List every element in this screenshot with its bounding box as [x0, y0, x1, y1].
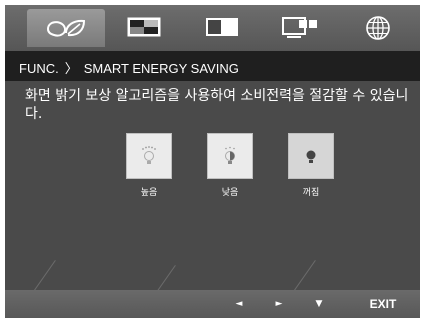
menu-header: FUNC. 〉 SMART ENERGY SAVING	[5, 51, 420, 81]
breadcrumb-func: FUNC.	[19, 61, 59, 76]
bulb-high-icon	[142, 146, 156, 164]
tab-eco[interactable]	[27, 9, 105, 47]
tab-screen[interactable]	[183, 9, 261, 47]
tab-pip[interactable]	[261, 9, 339, 47]
option-off[interactable]	[288, 133, 334, 179]
split-screen-icon	[206, 18, 238, 36]
option-high[interactable]	[126, 133, 172, 179]
description-text: 화면 밝기 보상 알고리즘을 사용하여 소비전력을 절감할 수 있습니다.	[25, 88, 409, 122]
tab-language[interactable]	[339, 9, 417, 47]
menu-tab-bar	[5, 5, 420, 51]
tab-picture[interactable]	[105, 9, 183, 47]
eco-leaf-icon	[46, 19, 86, 37]
option-low[interactable]	[207, 133, 253, 179]
bulb-off-icon	[306, 150, 316, 163]
option-high-label: 높음	[140, 188, 158, 198]
pip-icon	[282, 17, 317, 38]
left-arrow-button[interactable]: ◄	[224, 290, 254, 318]
down-arrow-button[interactable]: ▼	[304, 290, 334, 318]
footer-bar: ◄ ► ▼ EXIT	[5, 290, 420, 318]
breadcrumb: FUNC. 〉 SMART ENERGY SAVING	[19, 58, 239, 77]
option-off-label: 꺼짐	[302, 188, 320, 198]
picture-icon	[127, 17, 161, 37]
option-low-label: 낮음	[221, 188, 239, 198]
right-arrow-button[interactable]: ►	[264, 290, 294, 318]
exit-button[interactable]: EXIT	[363, 290, 403, 318]
osd-window: FUNC. 〉 SMART ENERGY SAVING 화면 밝기 보상 알고리즘을…	[0, 0, 427, 323]
bulb-low-icon	[225, 146, 235, 164]
breadcrumb-separator-icon: 〉	[64, 61, 78, 76]
globe-icon	[366, 16, 390, 40]
osd-frame: FUNC. 〉 SMART ENERGY SAVING 화면 밝기 보상 알고리즘을…	[5, 5, 420, 318]
page-title: SMART ENERGY SAVING	[83, 61, 239, 76]
